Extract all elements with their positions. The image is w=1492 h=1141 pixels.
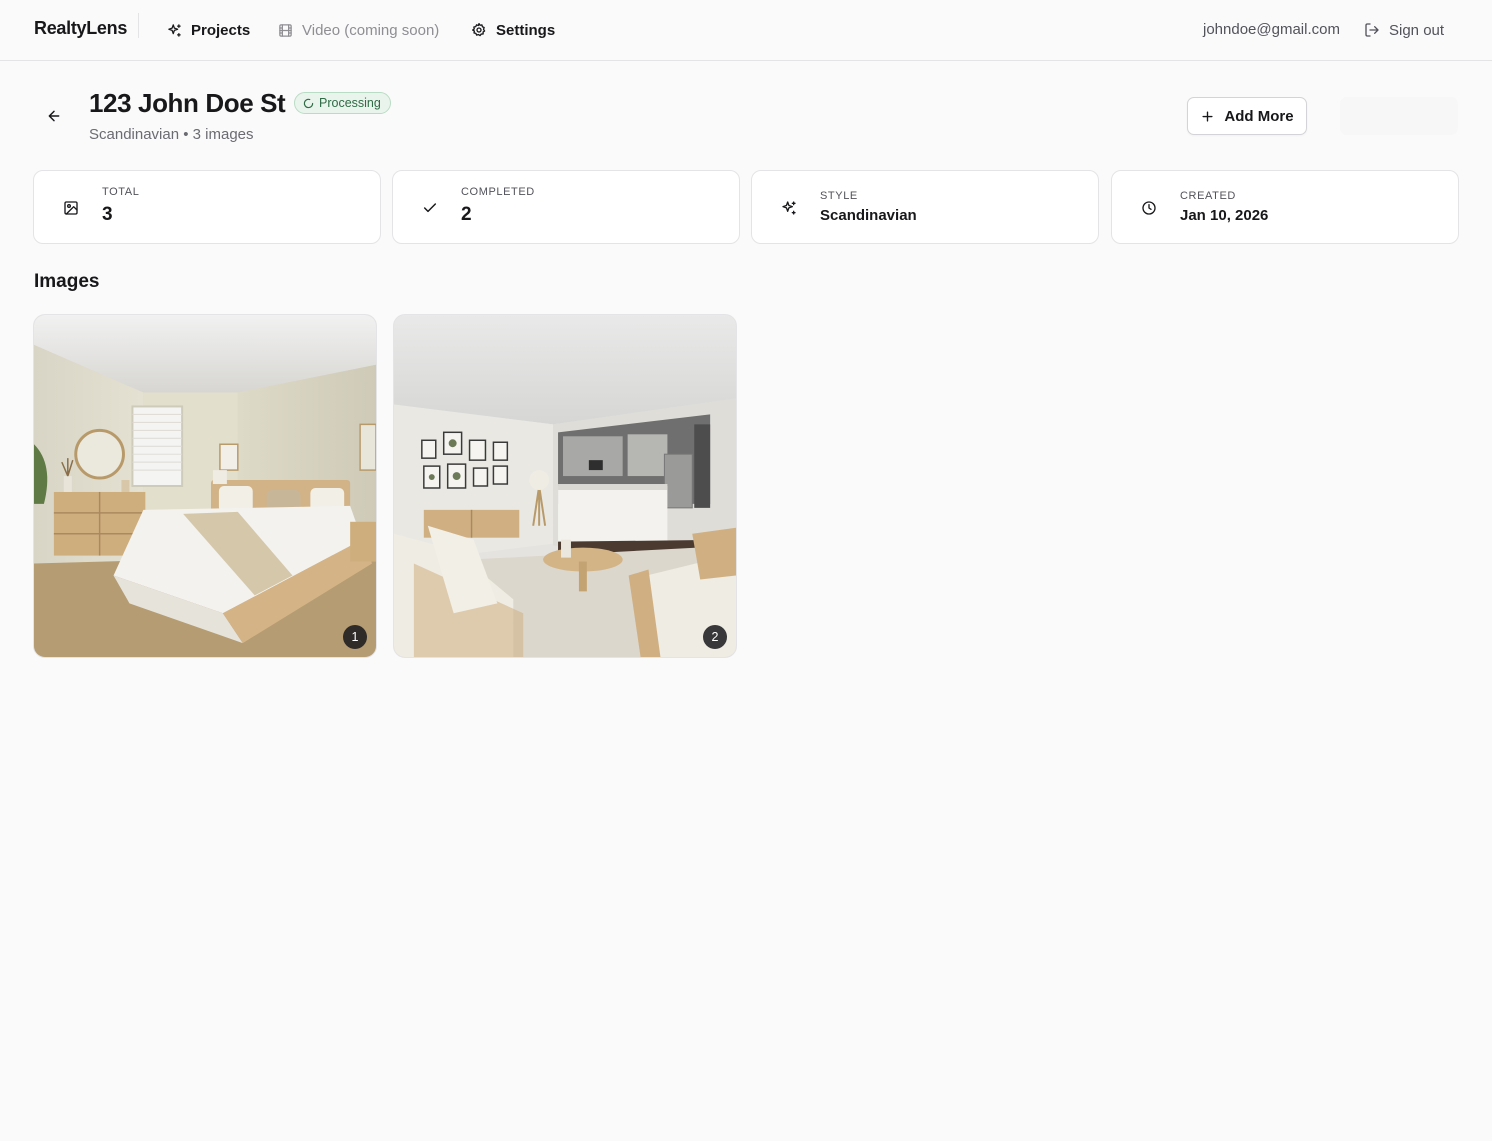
stat-label-completed: Completed (461, 186, 535, 198)
nav-item-video: Video (coming soon) (278, 19, 439, 41)
back-button[interactable] (41, 103, 67, 129)
stat-value-style: Scandinavian (820, 207, 917, 224)
page-title: 123 John Doe St (89, 88, 286, 118)
brand-logo[interactable]: RealtyLens (34, 18, 127, 39)
loader-icon (303, 98, 314, 108)
nav-label-projects: Projects (191, 21, 251, 39)
bedroom-image (34, 315, 376, 657)
image-tile[interactable]: 1 (33, 314, 377, 658)
stat-card-total: Total 3 (33, 170, 381, 244)
images-section-title: Images (34, 271, 100, 292)
top-nav-bar: RealtyLens Projects Video (coming soon) … (0, 0, 1492, 61)
nav-label-settings: Settings (496, 21, 556, 39)
film-icon (279, 23, 292, 37)
image-icon (61, 198, 81, 218)
check-icon (420, 198, 440, 218)
clock-icon (1139, 198, 1159, 218)
project-subtitle: Scandinavian • 3 images (89, 126, 254, 143)
sparkles-icon (779, 198, 799, 218)
gear-icon (472, 23, 486, 37)
nav-item-settings[interactable]: Settings (471, 19, 555, 41)
nav-divider (138, 13, 139, 38)
stat-card-created: Created Jan 10, 2026 (1111, 170, 1459, 244)
stat-card-style: Style Scandinavian (751, 170, 1099, 244)
stat-value-completed: 2 (461, 204, 472, 225)
plus-icon (1202, 110, 1213, 122)
nav-label-video: Video (coming soon) (302, 21, 440, 39)
image-index-badge: 1 (343, 625, 367, 649)
image-index-badge: 2 (703, 625, 727, 649)
status-badge: Processing (294, 92, 391, 114)
stat-label-style: Style (820, 190, 858, 202)
stat-value-total: 3 (102, 204, 113, 225)
status-label: Processing (319, 96, 381, 110)
add-more-button[interactable]: Add More (1187, 97, 1307, 135)
user-email: johndoe@gmail.com (1203, 21, 1340, 38)
arrow-left-icon (48, 110, 60, 122)
add-more-label: Add More (1224, 107, 1294, 125)
sign-out-icon (1365, 23, 1379, 37)
nav-item-projects[interactable]: Projects (167, 19, 250, 41)
ghost-action-button (1340, 97, 1458, 135)
stat-label-created: Created (1180, 190, 1236, 202)
sign-out-label: Sign out (1389, 21, 1445, 39)
image-tile[interactable]: 2 (393, 314, 737, 658)
sparkles-icon (168, 23, 181, 37)
sign-out-button[interactable]: Sign out (1364, 19, 1444, 41)
stat-card-completed: Completed 2 (392, 170, 740, 244)
stat-label-total: Total (102, 186, 140, 198)
stat-value-created: Jan 10, 2026 (1180, 207, 1269, 224)
living-room-image (394, 315, 736, 657)
